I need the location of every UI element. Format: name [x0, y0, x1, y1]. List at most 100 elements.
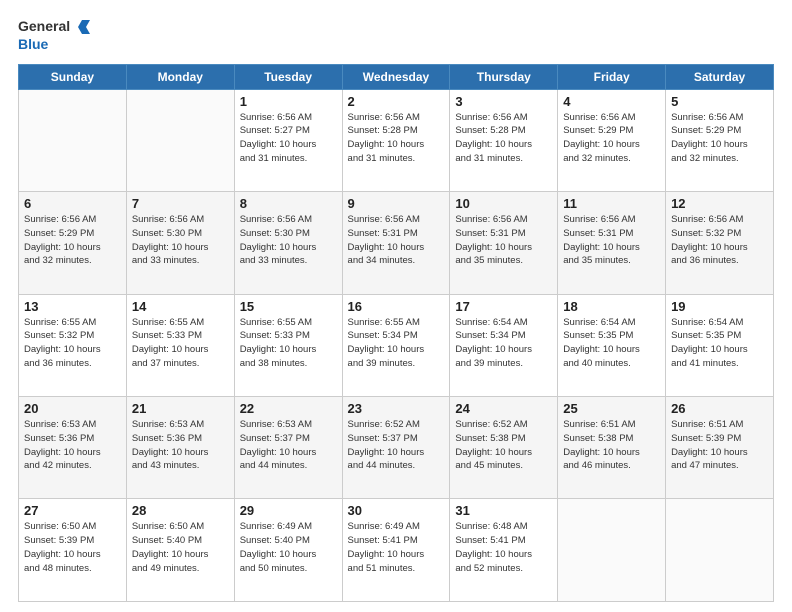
day-number: 12 — [671, 196, 768, 211]
header: General Blue — [18, 18, 774, 54]
day-info: Sunrise: 6:56 AMSunset: 5:31 PMDaylight:… — [455, 213, 552, 268]
day-number: 6 — [24, 196, 121, 211]
day-number: 28 — [132, 503, 229, 518]
day-info: Sunrise: 6:56 AMSunset: 5:29 PMDaylight:… — [563, 111, 660, 166]
day-info: Sunrise: 6:56 AMSunset: 5:31 PMDaylight:… — [348, 213, 445, 268]
calendar-cell: 30Sunrise: 6:49 AMSunset: 5:41 PMDayligh… — [342, 499, 450, 602]
day-number: 15 — [240, 299, 337, 314]
calendar-cell: 21 Sunrise: 6:53 AMSunset: 5:36 PMDayligh… — [126, 397, 234, 499]
day-number: 27 — [24, 503, 121, 518]
day-info: Sunrise: 6:56 AMSunset: 5:27 PMDaylight:… — [240, 111, 337, 166]
logo-wordmark: General Blue — [18, 18, 90, 54]
day-number: 10 — [455, 196, 552, 211]
day-header-saturday: Saturday — [666, 64, 774, 89]
logo-flag-icon — [72, 18, 90, 36]
calendar-cell: 8 Sunrise: 6:56 AMSunset: 5:30 PMDaylight… — [234, 192, 342, 294]
day-number: 3 — [455, 94, 552, 109]
day-info: Sunrise: 6:53 AMSunset: 5:36 PMDaylight:… — [132, 418, 229, 473]
day-info: Sunrise: 6:56 AMSunset: 5:30 PMDaylight:… — [240, 213, 337, 268]
day-info: Sunrise: 6:50 AMSunset: 5:39 PMDaylight:… — [24, 520, 121, 575]
day-number: 22 — [240, 401, 337, 416]
calendar-cell: 1 Sunrise: 6:56 AMSunset: 5:27 PMDaylight… — [234, 89, 342, 191]
day-info: Sunrise: 6:54 AMSunset: 5:35 PMDaylight:… — [671, 316, 768, 371]
day-info: Sunrise: 6:54 AMSunset: 5:34 PMDaylight:… — [455, 316, 552, 371]
day-number: 19 — [671, 299, 768, 314]
day-info: Sunrise: 6:56 AMSunset: 5:29 PMDaylight:… — [671, 111, 768, 166]
calendar-cell: 11 Sunrise: 6:56 AMSunset: 5:31 PMDayligh… — [558, 192, 666, 294]
calendar-cell: 31 Sunrise: 6:48 AMSunset: 5:41 PMDayligh… — [450, 499, 558, 602]
week-row-2: 6 Sunrise: 6:56 AMSunset: 5:29 PMDaylight… — [19, 192, 774, 294]
day-number: 25 — [563, 401, 660, 416]
day-info: Sunrise: 6:56 AMSunset: 5:28 PMDaylight:… — [455, 111, 552, 166]
day-info: Sunrise: 6:53 AMSunset: 5:37 PMDaylight:… — [240, 418, 337, 473]
day-info: Sunrise: 6:56 AMSunset: 5:30 PMDaylight:… — [132, 213, 229, 268]
day-number: 11 — [563, 196, 660, 211]
page: General Blue SundayMondayTuesdayWednesda… — [0, 0, 792, 612]
day-info: Sunrise: 6:55 AMSunset: 5:34 PMDaylight:… — [348, 316, 445, 371]
day-info: Sunrise: 6:56 AMSunset: 5:29 PMDaylight:… — [24, 213, 121, 268]
day-info: Sunrise: 6:53 AMSunset: 5:36 PMDaylight:… — [24, 418, 121, 473]
calendar-cell: 28 Sunrise: 6:50 AMSunset: 5:40 PMDayligh… — [126, 499, 234, 602]
day-header-monday: Monday — [126, 64, 234, 89]
calendar-cell — [19, 89, 127, 191]
calendar-body: 1 Sunrise: 6:56 AMSunset: 5:27 PMDaylight… — [19, 89, 774, 601]
logo-blue: Blue — [18, 36, 48, 52]
day-number: 4 — [563, 94, 660, 109]
calendar-cell: 5Sunrise: 6:56 AMSunset: 5:29 PMDaylight… — [666, 89, 774, 191]
day-number: 21 — [132, 401, 229, 416]
calendar-cell: 12 Sunrise: 6:56 AMSunset: 5:32 PMDayligh… — [666, 192, 774, 294]
calendar-cell — [558, 499, 666, 602]
calendar-table: SundayMondayTuesdayWednesdayThursdayFrid… — [18, 64, 774, 602]
calendar-cell: 4 Sunrise: 6:56 AMSunset: 5:29 PMDaylight… — [558, 89, 666, 191]
day-number: 26 — [671, 401, 768, 416]
calendar-cell: 9Sunrise: 6:56 AMSunset: 5:31 PMDaylight… — [342, 192, 450, 294]
calendar-cell: 10 Sunrise: 6:56 AMSunset: 5:31 PMDayligh… — [450, 192, 558, 294]
calendar-cell: 13Sunrise: 6:55 AMSunset: 5:32 PMDayligh… — [19, 294, 127, 396]
logo-general: General — [18, 19, 70, 34]
calendar-cell: 2 Sunrise: 6:56 AMSunset: 5:28 PMDaylight… — [342, 89, 450, 191]
calendar-cell: 25 Sunrise: 6:51 AMSunset: 5:38 PMDayligh… — [558, 397, 666, 499]
day-header-sunday: Sunday — [19, 64, 127, 89]
calendar-cell: 6 Sunrise: 6:56 AMSunset: 5:29 PMDaylight… — [19, 192, 127, 294]
calendar-cell: 23Sunrise: 6:52 AMSunset: 5:37 PMDayligh… — [342, 397, 450, 499]
day-number: 1 — [240, 94, 337, 109]
day-number: 23 — [348, 401, 445, 416]
day-number: 2 — [348, 94, 445, 109]
calendar-cell — [126, 89, 234, 191]
day-number: 29 — [240, 503, 337, 518]
day-number: 14 — [132, 299, 229, 314]
calendar-cell: 17Sunrise: 6:54 AMSunset: 5:34 PMDayligh… — [450, 294, 558, 396]
week-row-1: 1 Sunrise: 6:56 AMSunset: 5:27 PMDaylight… — [19, 89, 774, 191]
day-info: Sunrise: 6:56 AMSunset: 5:31 PMDaylight:… — [563, 213, 660, 268]
day-info: Sunrise: 6:55 AMSunset: 5:33 PMDaylight:… — [132, 316, 229, 371]
calendar-cell: 20Sunrise: 6:53 AMSunset: 5:36 PMDayligh… — [19, 397, 127, 499]
day-info: Sunrise: 6:56 AMSunset: 5:32 PMDaylight:… — [671, 213, 768, 268]
calendar-cell: 7Sunrise: 6:56 AMSunset: 5:30 PMDaylight… — [126, 192, 234, 294]
day-number: 30 — [348, 503, 445, 518]
calendar-cell: 14 Sunrise: 6:55 AMSunset: 5:33 PMDayligh… — [126, 294, 234, 396]
logo: General Blue — [18, 18, 90, 54]
calendar-header: SundayMondayTuesdayWednesdayThursdayFrid… — [19, 64, 774, 89]
calendar-cell: 24Sunrise: 6:52 AMSunset: 5:38 PMDayligh… — [450, 397, 558, 499]
day-number: 31 — [455, 503, 552, 518]
day-info: Sunrise: 6:49 AMSunset: 5:40 PMDaylight:… — [240, 520, 337, 575]
calendar-cell: 15 Sunrise: 6:55 AMSunset: 5:33 PMDayligh… — [234, 294, 342, 396]
day-info: Sunrise: 6:48 AMSunset: 5:41 PMDaylight:… — [455, 520, 552, 575]
day-info: Sunrise: 6:56 AMSunset: 5:28 PMDaylight:… — [348, 111, 445, 166]
day-number: 8 — [240, 196, 337, 211]
day-number: 16 — [348, 299, 445, 314]
day-info: Sunrise: 6:50 AMSunset: 5:40 PMDaylight:… — [132, 520, 229, 575]
calendar-cell: 26Sunrise: 6:51 AMSunset: 5:39 PMDayligh… — [666, 397, 774, 499]
week-row-3: 13Sunrise: 6:55 AMSunset: 5:32 PMDayligh… — [19, 294, 774, 396]
day-info: Sunrise: 6:51 AMSunset: 5:38 PMDaylight:… — [563, 418, 660, 473]
week-row-4: 20Sunrise: 6:53 AMSunset: 5:36 PMDayligh… — [19, 397, 774, 499]
day-info: Sunrise: 6:55 AMSunset: 5:33 PMDaylight:… — [240, 316, 337, 371]
day-header-tuesday: Tuesday — [234, 64, 342, 89]
day-header-friday: Friday — [558, 64, 666, 89]
day-number: 13 — [24, 299, 121, 314]
calendar-cell — [666, 499, 774, 602]
calendar-cell: 19 Sunrise: 6:54 AMSunset: 5:35 PMDayligh… — [666, 294, 774, 396]
day-header-wednesday: Wednesday — [342, 64, 450, 89]
day-number: 24 — [455, 401, 552, 416]
calendar-cell: 18Sunrise: 6:54 AMSunset: 5:35 PMDayligh… — [558, 294, 666, 396]
